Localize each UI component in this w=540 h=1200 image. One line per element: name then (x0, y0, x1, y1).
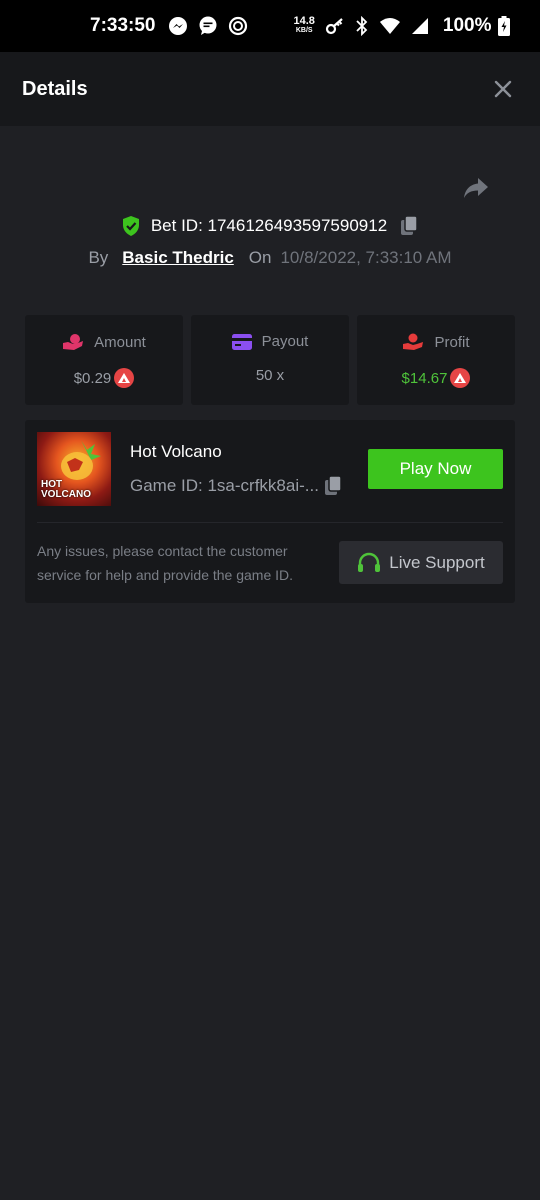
game-id-row: Game ID: 1sa-crfkk8ai-... (130, 475, 343, 497)
details-header: Details (0, 52, 540, 126)
money-hand-icon (62, 333, 84, 351)
close-button[interactable] (492, 78, 514, 100)
signal-icon (411, 17, 429, 35)
bet-id-row: Bet ID: 1746126493597590912 (0, 212, 540, 240)
net-speed: 14.8 KB/S (293, 15, 315, 35)
payout-label: Payout (261, 333, 309, 350)
bet-date: 10/8/2022, 7:33:10 AM (280, 248, 452, 267)
net-speed-value: 14.8 (293, 15, 315, 27)
status-time: 7:33:50 (90, 15, 156, 36)
bet-id: Bet ID: 1746126493597590912 (150, 216, 388, 235)
bettor-name-link[interactable]: Basic Thedric (122, 248, 234, 268)
avax-coin-icon (114, 368, 135, 388)
battery-icon (497, 16, 510, 36)
share-button[interactable] (462, 176, 490, 200)
key-icon (325, 16, 345, 36)
by-label: By (88, 248, 109, 267)
profit-label: Profit (434, 333, 470, 351)
game-id: Game ID: 1sa-crfkk8ai-... (130, 476, 319, 495)
game-thumbnail[interactable]: HOT VOLCANO (37, 432, 111, 506)
play-now-button[interactable]: Play Now (368, 449, 503, 489)
profit-hand-icon (402, 333, 424, 351)
verified-shield-icon (121, 215, 141, 237)
copy-icon (401, 215, 418, 235)
app-ring-icon (228, 16, 248, 36)
bet-meta-row: By Basic Thedric On 10/8/2022, 7:33:10 A… (0, 244, 540, 272)
divider (37, 522, 503, 523)
amount-card: Amount $0.29 (25, 315, 183, 405)
copy-game-id-button[interactable] (323, 475, 343, 497)
live-support-button[interactable]: Live Support (339, 541, 503, 584)
payout-value: 50 x (255, 367, 285, 384)
messenger-icon (168, 16, 188, 36)
headset-icon (357, 552, 381, 574)
close-icon (494, 80, 512, 98)
profit-value: $14.67 (401, 369, 448, 387)
chat-icon (198, 16, 218, 36)
card-icon (231, 333, 252, 350)
game-name: Hot Volcano (130, 442, 222, 461)
on-label: On (248, 248, 272, 267)
status-bar: 7:33:50 14.8 KB/S 100% (0, 0, 540, 52)
game-panel: HOT VOLCANO Hot Volcano Game ID: 1sa-crf… (25, 420, 515, 603)
help-text: Any issues, please contact the customer … (37, 543, 294, 583)
copy-bet-id-button[interactable] (399, 215, 419, 237)
profit-card: Profit $14.67 (357, 315, 515, 405)
amount-value: $0.29 (73, 369, 112, 387)
live-support-label: Live Support (389, 552, 485, 572)
page-title: Details (22, 77, 88, 100)
payout-card: Payout 50 x (191, 315, 349, 405)
bluetooth-icon (355, 16, 369, 36)
share-icon (464, 178, 488, 198)
battery-percent: 100% (442, 15, 492, 36)
copy-icon (324, 475, 342, 495)
amount-label: Amount (94, 333, 146, 351)
game-thumb-text: HOT VOLCANO (41, 479, 91, 500)
wifi-icon (379, 17, 401, 35)
avax-coin-icon (450, 368, 471, 388)
net-speed-unit: KB/S (295, 27, 313, 34)
